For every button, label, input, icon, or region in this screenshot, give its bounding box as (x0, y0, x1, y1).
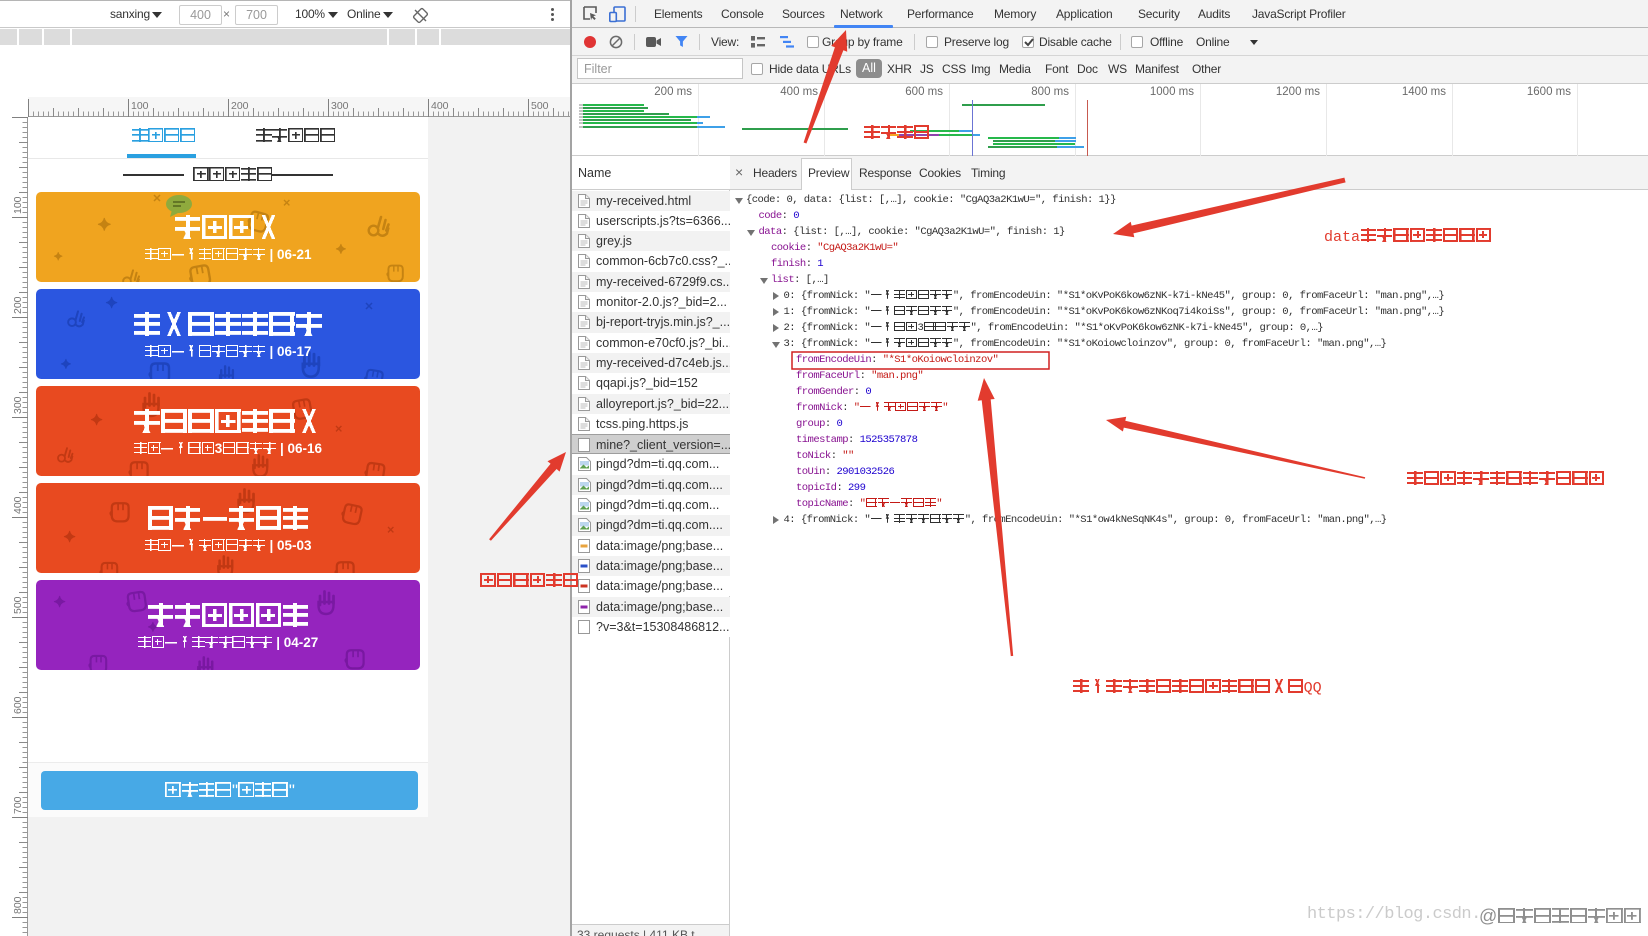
svg-text:500: 500 (12, 596, 24, 614)
svg-text:200: 200 (12, 296, 24, 314)
svg-text:800: 800 (12, 896, 24, 914)
svg-text:100: 100 (12, 196, 24, 214)
svg-text:400: 400 (12, 496, 24, 514)
svg-text:300: 300 (12, 396, 24, 414)
svg-text:400: 400 (431, 100, 449, 112)
svg-text:300: 300 (331, 100, 349, 112)
svg-text:100: 100 (131, 100, 149, 112)
svg-text:500: 500 (531, 100, 549, 112)
svg-text:200: 200 (231, 100, 249, 112)
svg-text:700: 700 (12, 796, 24, 814)
svg-text:600: 600 (12, 696, 24, 714)
